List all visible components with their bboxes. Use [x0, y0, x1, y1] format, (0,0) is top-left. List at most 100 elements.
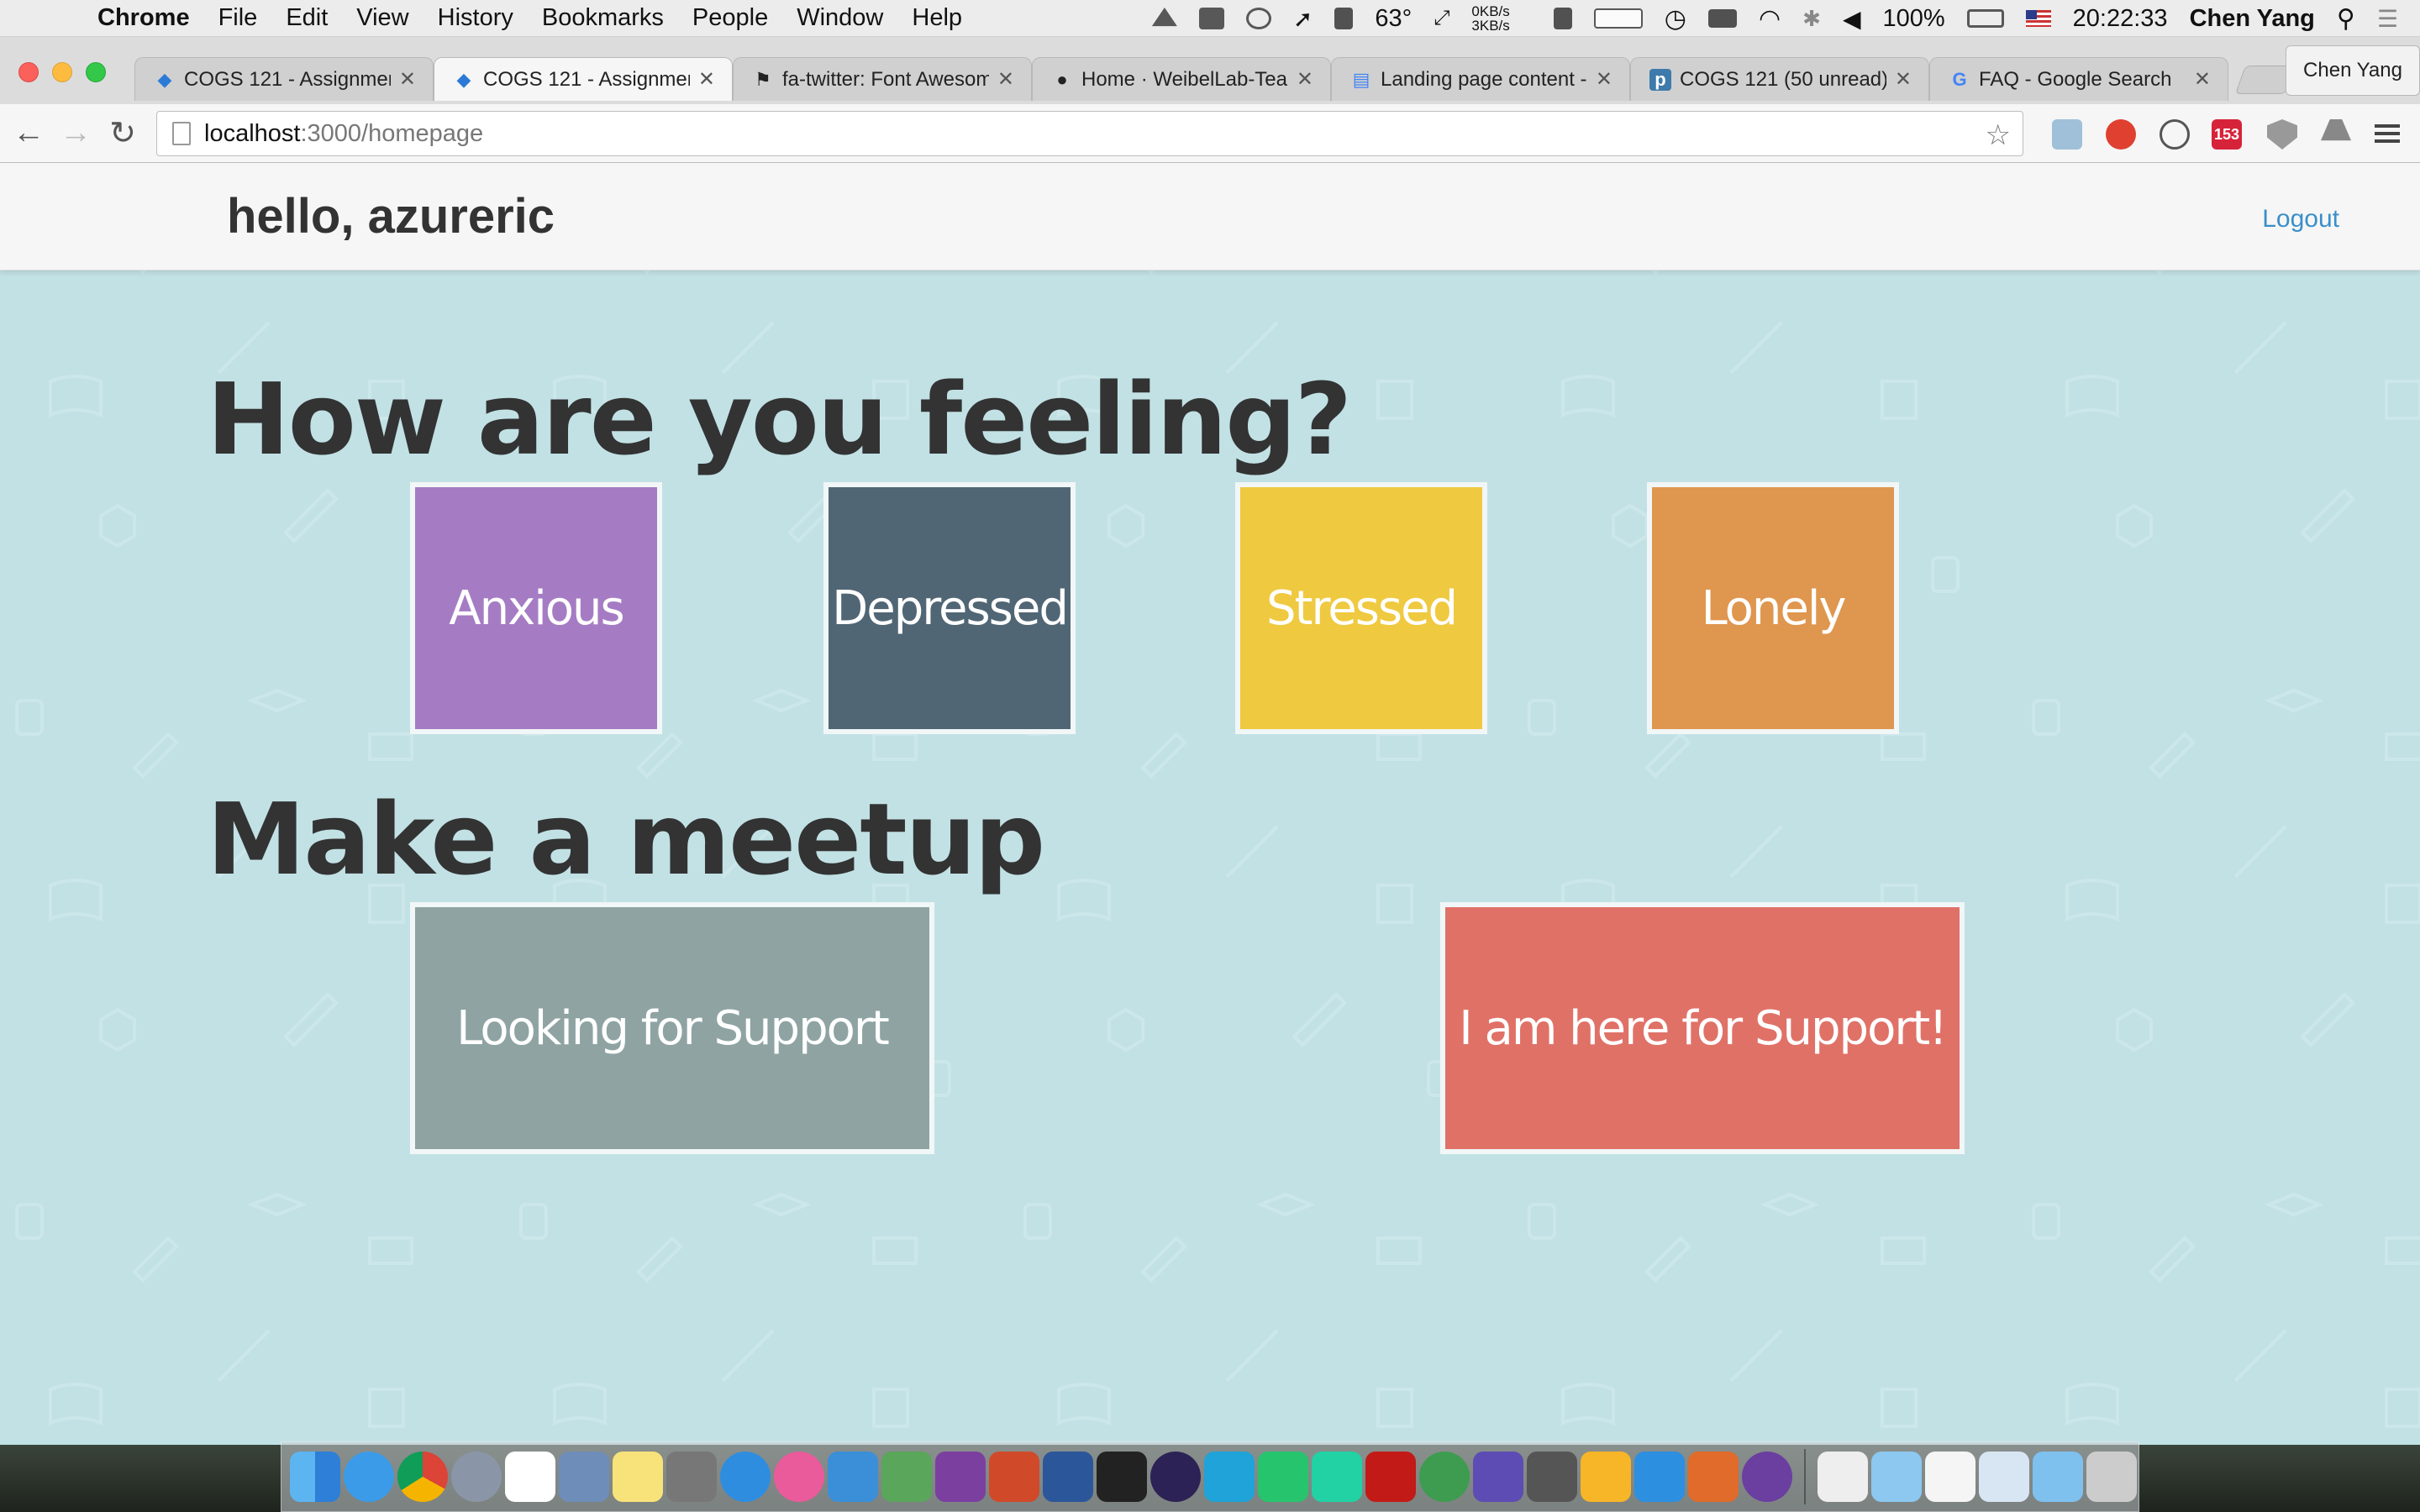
tab-cogs121-assignment-2[interactable]: ◆ COGS 121 - Assignmen ✕ [434, 57, 733, 101]
address-bar[interactable]: localhost:3000/homepage ☆ [156, 111, 2023, 156]
time-machine-icon[interactable]: ◷ [1665, 4, 1686, 34]
sketch-icon[interactable] [1581, 1452, 1631, 1502]
forward-arrow-icon[interactable]: → [55, 113, 96, 153]
logout-link[interactable]: Logout [2262, 205, 2339, 234]
terminal-icon[interactable] [1097, 1452, 1147, 1502]
sync-extension-icon[interactable] [2160, 119, 2190, 150]
tab-piazza[interactable]: p COGS 121 (50 unread) ✕ [1630, 57, 1929, 101]
camera-extension-icon[interactable] [2052, 119, 2082, 150]
notes-icon[interactable] [613, 1452, 663, 1502]
safari-icon[interactable] [344, 1452, 394, 1502]
zoom-window-button[interactable] [86, 62, 106, 82]
system-preferences-icon[interactable] [666, 1452, 717, 1502]
back-arrow-icon[interactable]: ← [8, 113, 49, 153]
drive-extension-icon[interactable] [2321, 119, 2351, 141]
wifi-icon[interactable]: ◠ [1759, 4, 1781, 34]
document-stack-icon[interactable] [1818, 1452, 1868, 1502]
display-icon[interactable] [1198, 8, 1224, 29]
menu-people[interactable]: People [692, 4, 768, 32]
close-tab-icon[interactable]: ✕ [997, 67, 1014, 92]
bluetooth-icon[interactable]: ✱ [1802, 6, 1821, 32]
word-icon[interactable] [1043, 1452, 1093, 1502]
finder-icon[interactable] [290, 1452, 340, 1502]
tab-google-search[interactable]: G FAQ - Google Search ✕ [1929, 57, 2228, 101]
cpu-meter-icon[interactable] [1334, 8, 1354, 29]
app-store-icon[interactable] [720, 1452, 771, 1502]
network-icon[interactable] [1419, 1452, 1470, 1502]
menu-help[interactable]: Help [912, 4, 962, 32]
close-tab-icon[interactable]: ✕ [399, 67, 416, 92]
memory-meter-icon[interactable] [1553, 8, 1572, 29]
matlab-icon[interactable] [1688, 1452, 1739, 1502]
close-window-button[interactable] [18, 62, 39, 82]
reload-icon[interactable]: ↻ [103, 113, 143, 153]
bookmark-star-icon[interactable]: ☆ [1986, 118, 2011, 152]
tab-title: COGS 121 (50 unread) [1680, 67, 1886, 91]
menu-bookmarks[interactable]: Bookmarks [542, 4, 664, 32]
keyboard-viewer-icon[interactable] [881, 1452, 932, 1502]
filezilla-icon[interactable] [1365, 1452, 1416, 1502]
itunes-icon[interactable] [774, 1452, 824, 1502]
mood-card-depressed[interactable]: Depressed [823, 482, 1076, 734]
close-tab-icon[interactable]: ✕ [698, 67, 715, 92]
close-tab-icon[interactable]: ✕ [1596, 67, 1612, 92]
close-tab-icon[interactable]: ✕ [1895, 67, 1912, 92]
onenote-icon[interactable] [935, 1452, 986, 1502]
here-for-support-button[interactable]: I am here for Support! [1440, 902, 1965, 1154]
chrome-icon[interactable] [397, 1452, 448, 1502]
spotlight-search-icon[interactable]: ⚲ [2337, 4, 2355, 34]
menu-view[interactable]: View [356, 4, 408, 32]
tab-font-awesome[interactable]: ⚑ fa-twitter: Font Awesom ✕ [733, 57, 1032, 101]
close-tab-icon[interactable]: ✕ [2194, 67, 2211, 92]
tab-github-weibellab[interactable]: ● Home · WeibelLab-Teac ✕ [1032, 57, 1331, 101]
xcode-icon[interactable] [828, 1452, 878, 1502]
looking-for-support-button[interactable]: Looking for Support [410, 902, 934, 1154]
keyboard-status-icon[interactable] [1707, 9, 1737, 28]
folder-icon[interactable] [1871, 1452, 1922, 1502]
minimize-window-button[interactable] [52, 62, 72, 82]
close-tab-icon[interactable]: ✕ [1297, 67, 1313, 92]
keynote-file-icon[interactable] [1979, 1452, 2029, 1502]
downloads-folder-icon[interactable] [2033, 1452, 2083, 1502]
clock[interactable]: 20:22:33 [2073, 5, 2168, 33]
cas-icon[interactable] [1634, 1452, 1685, 1502]
dash-icon[interactable] [1473, 1452, 1523, 1502]
badge-extension-icon[interactable]: 153 [2212, 119, 2242, 150]
eclipse-icon[interactable] [1150, 1452, 1201, 1502]
github-desktop-icon[interactable] [1742, 1452, 1792, 1502]
circle-status-icon[interactable] [1245, 8, 1271, 29]
powerpoint-icon[interactable] [989, 1452, 1039, 1502]
shield-extension-icon[interactable] [2267, 119, 2297, 150]
menu-window[interactable]: Window [797, 4, 883, 32]
expand-icon[interactable]: ⤢ [1434, 7, 1449, 30]
menu-edit[interactable]: Edit [286, 4, 328, 32]
mood-card-stressed[interactable]: Stressed [1235, 482, 1487, 734]
preview-icon[interactable] [559, 1452, 609, 1502]
launchpad-icon[interactable] [451, 1452, 502, 1502]
activity-graph-icon[interactable] [1593, 8, 1643, 29]
chrome-menu-icon[interactable] [2375, 124, 2400, 143]
tab-landing-page-content[interactable]: ▤ Landing page content - ✕ [1331, 57, 1630, 101]
adblock-extension-icon[interactable] [2106, 119, 2136, 150]
cursor-icon[interactable]: ➚ [1293, 5, 1313, 33]
notification-center-icon[interactable]: ☰ [2377, 5, 2398, 33]
pycharm-icon[interactable] [1258, 1452, 1308, 1502]
profile-button[interactable]: Chen Yang [2286, 45, 2420, 96]
us-flag-icon[interactable] [2025, 10, 2051, 27]
file-icon[interactable] [1925, 1452, 1975, 1502]
clion-icon[interactable] [1312, 1452, 1362, 1502]
tab-cogs121-assignment-1[interactable]: ◆ COGS 121 - Assignmen ✕ [134, 57, 434, 101]
sublime-text-icon[interactable] [1527, 1452, 1577, 1502]
menu-history[interactable]: History [438, 4, 513, 32]
battery-icon[interactable] [1966, 9, 2004, 28]
drive-icon[interactable] [1151, 8, 1177, 27]
app-menu[interactable]: Chrome [97, 4, 190, 32]
user-name[interactable]: Chen Yang [2190, 5, 2315, 33]
calendar-icon[interactable] [505, 1452, 555, 1502]
webstorm-icon[interactable] [1204, 1452, 1255, 1502]
menu-file[interactable]: File [218, 4, 258, 32]
mood-card-anxious[interactable]: Anxious [410, 482, 662, 734]
trash-icon[interactable] [2086, 1452, 2137, 1502]
mood-card-lonely[interactable]: Lonely [1647, 482, 1899, 734]
volume-icon[interactable]: ◀ [1843, 5, 1861, 33]
